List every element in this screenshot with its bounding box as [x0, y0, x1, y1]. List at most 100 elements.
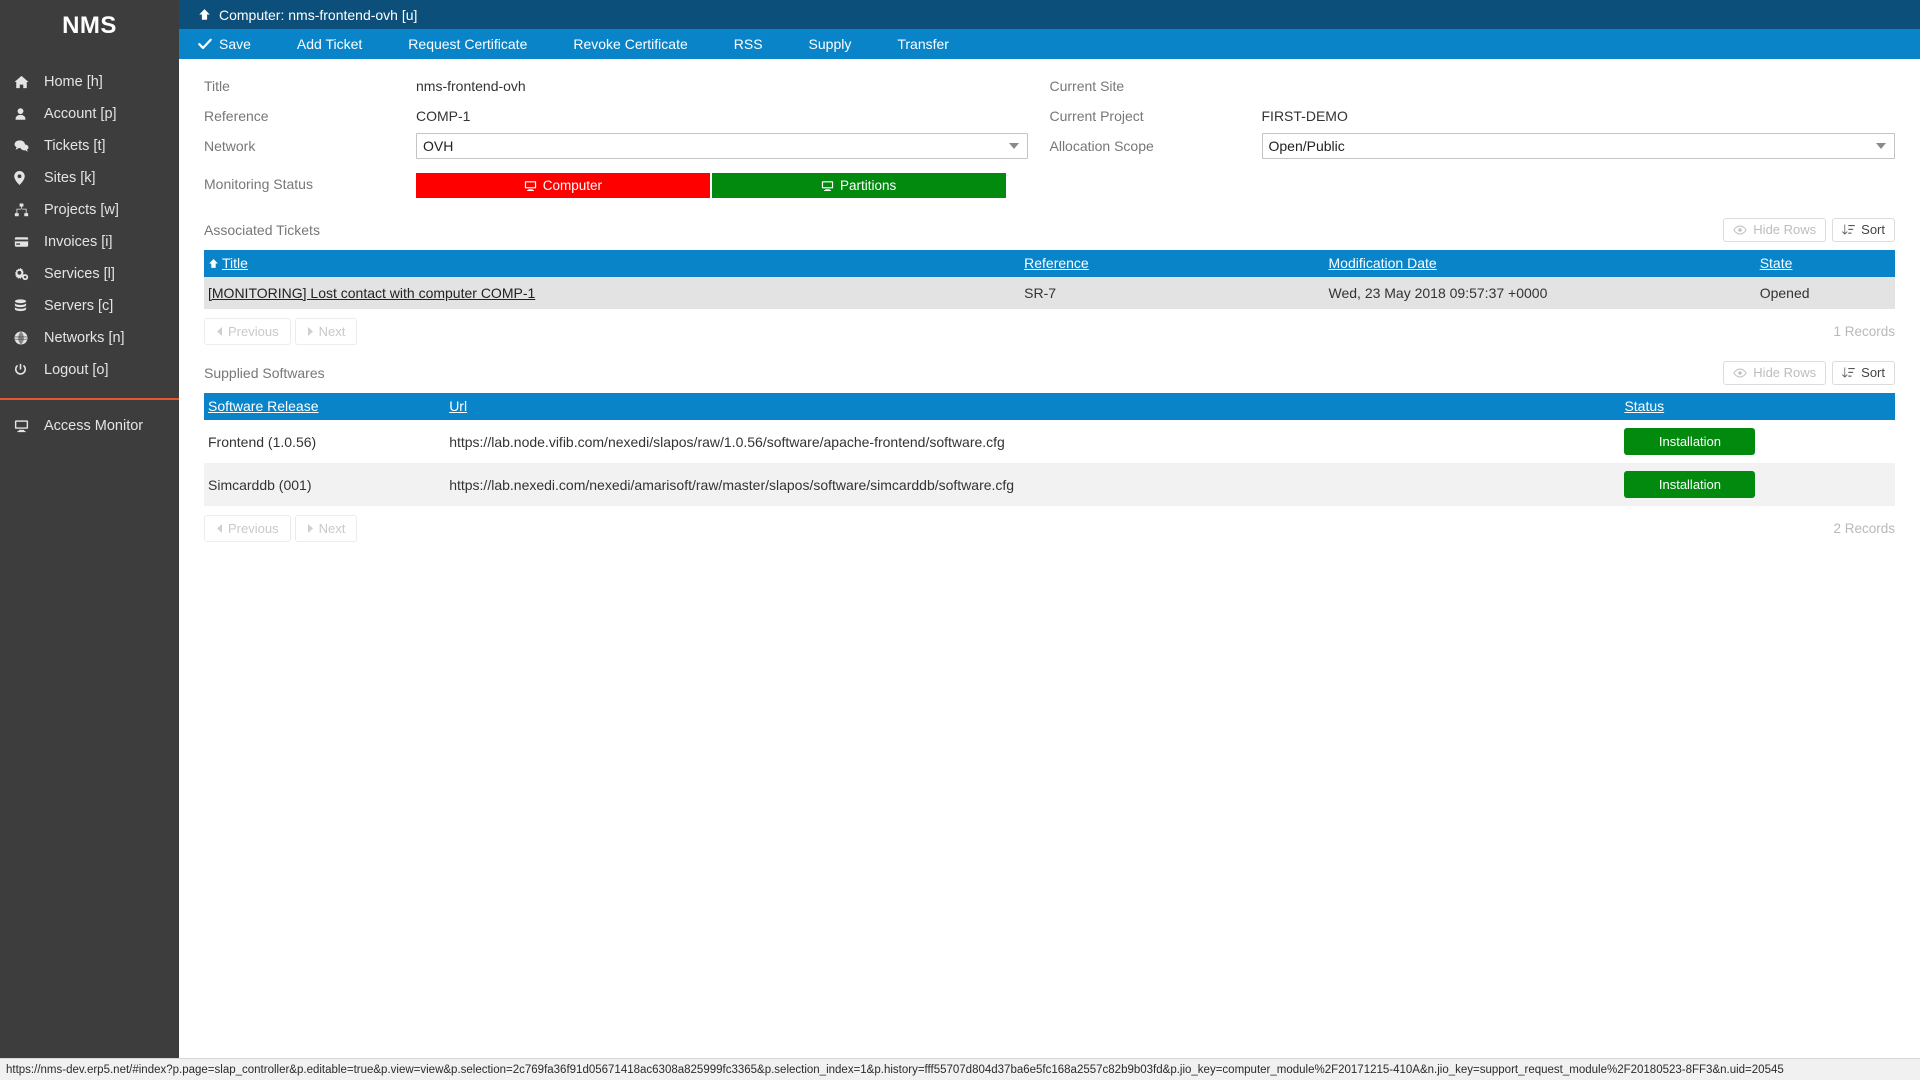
column-header-state-link[interactable]: State [1760, 255, 1793, 271]
sidebar-item-logout[interactable]: Logout [o] [0, 354, 179, 386]
supplied-softwares-title: Supplied Softwares [204, 365, 325, 381]
comments-icon [14, 139, 36, 153]
supplied-softwares-tools: Hide Rows Sort [1723, 361, 1895, 385]
network-label: Network [204, 138, 256, 154]
supply-button[interactable]: Supply [809, 36, 874, 52]
hide-rows-label: Hide Rows [1753, 365, 1817, 380]
computer-form: Title nms-frontend-ovh Reference COMP-1 … [204, 71, 1895, 199]
request-certificate-label: Request Certificate [408, 36, 528, 52]
request-certificate-button[interactable]: Request Certificate [408, 36, 549, 52]
sidebar-item-account[interactable]: Account [p] [0, 98, 179, 130]
sidebar: NMS Home [h] Account [p] Tickets [t] Sit… [0, 0, 179, 1080]
column-header-modification-date[interactable]: Modification Date [1328, 250, 1760, 277]
cell-software-release: Frontend (1.0.56) [204, 420, 450, 463]
revoke-certificate-button[interactable]: Revoke Certificate [573, 36, 709, 52]
table-header: Title Reference Modification Date State [204, 250, 1895, 277]
column-header-software-release[interactable]: Software Release [204, 393, 450, 420]
arrow-up-icon[interactable] [198, 8, 211, 21]
title-value: nms-frontend-ovh [416, 78, 526, 94]
sidebar-item-services[interactable]: Services [l] [0, 258, 179, 290]
column-header-modification-date-link[interactable]: Modification Date [1329, 255, 1437, 271]
column-header-software-release-link[interactable]: Software Release [208, 398, 319, 414]
column-header-reference[interactable]: Reference [1024, 250, 1329, 277]
save-button[interactable]: Save [198, 36, 273, 52]
app-brand: NMS [62, 12, 117, 39]
table-row[interactable]: Simcarddb (001) https://lab.nexedi.com/n… [204, 463, 1895, 506]
monitoring-status-label: Monitoring Status [204, 176, 313, 192]
sidebar-item-projects[interactable]: Projects [w] [0, 194, 179, 226]
sidebar-item-label: Invoices [i] [44, 234, 113, 250]
column-header-status-link[interactable]: Status [1624, 398, 1664, 414]
ticket-title-link[interactable]: [MONITORING] Lost contact with computer … [208, 285, 535, 301]
field-allocation-scope: Allocation Scope Open/Public [1050, 131, 1895, 161]
sidebar-nav: Home [h] Account [p] Tickets [t] Sites [… [0, 66, 179, 386]
previous-button-softwares[interactable]: Previous [204, 515, 291, 542]
associated-tickets-table: Title Reference Modification Date State [204, 250, 1895, 309]
table-row[interactable]: Frontend (1.0.56) https://lab.node.vifib… [204, 420, 1895, 463]
sidebar-item-home[interactable]: Home [h] [0, 66, 179, 98]
field-title: Title nms-frontend-ovh [204, 71, 1050, 101]
reference-label: Reference [204, 108, 269, 124]
sidebar-item-label: Account [p] [44, 106, 117, 122]
installation-button[interactable]: Installation [1624, 471, 1756, 498]
chevron-down-icon [1008, 143, 1019, 149]
associated-tickets-pager-row: Previous Next 1 Records [204, 318, 1895, 345]
cell-state: Opened [1759, 277, 1895, 309]
column-header-url[interactable]: Url [449, 393, 1625, 420]
pagination: Previous Next [204, 318, 358, 345]
chevron-down-icon [1876, 143, 1886, 149]
page-titlebar: Computer: nms-frontend-ovh [u] [179, 0, 1920, 29]
table-body: Frontend (1.0.56) https://lab.node.vifib… [204, 420, 1895, 506]
sort-label: Sort [1861, 222, 1885, 237]
sort-icon [1842, 224, 1855, 236]
cell-title: [MONITORING] Lost contact with computer … [204, 277, 1025, 309]
next-button-softwares[interactable]: Next [294, 515, 358, 542]
table-row[interactable]: [MONITORING] Lost contact with computer … [204, 277, 1895, 309]
monitoring-partitions-button[interactable]: Partitions [711, 173, 1006, 198]
transfer-button[interactable]: Transfer [897, 36, 971, 52]
home-icon [14, 75, 36, 89]
column-header-url-link[interactable]: Url [449, 398, 467, 414]
sidebar-item-tickets[interactable]: Tickets [t] [0, 130, 179, 162]
browser-status-bar: https://nms-dev.erp5.net/#index?p.page=s… [0, 1058, 1920, 1080]
column-header-state[interactable]: State [1759, 250, 1895, 277]
column-header-reference-link[interactable]: Reference [1024, 255, 1089, 271]
sidebar-item-sites[interactable]: Sites [k] [0, 162, 179, 194]
cell-status: Installation [1624, 463, 1895, 506]
sidebar-item-networks[interactable]: Networks [n] [0, 322, 179, 354]
sitemap-icon [14, 203, 36, 217]
rss-button[interactable]: RSS [734, 36, 785, 52]
column-header-status[interactable]: Status [1624, 393, 1895, 420]
sort-button-softwares[interactable]: Sort [1832, 361, 1895, 385]
monitoring-computer-label: Computer [542, 178, 603, 193]
sidebar-item-label: Home [h] [44, 74, 103, 90]
sort-label: Sort [1861, 365, 1885, 380]
associated-tickets-header: Associated Tickets Hide Rows Sort [204, 218, 1895, 242]
supplied-softwares-table: Software Release Url Status Frontend (1.… [204, 393, 1895, 506]
sidebar-item-servers[interactable]: Servers [c] [0, 290, 179, 322]
previous-button-tickets[interactable]: Previous [204, 318, 291, 345]
next-button-tickets[interactable]: Next [294, 318, 358, 345]
save-label: Save [219, 36, 251, 52]
sidebar-item-invoices[interactable]: Invoices [i] [0, 226, 179, 258]
hide-rows-button-softwares[interactable]: Hide Rows [1723, 361, 1827, 385]
sort-icon [1842, 367, 1855, 379]
sidebar-item-access-monitor[interactable]: Access Monitor [0, 410, 179, 442]
sort-button-tickets[interactable]: Sort [1832, 218, 1895, 242]
monitoring-computer-button[interactable]: Computer [416, 173, 710, 198]
cell-software-release: Simcarddb (001) [204, 463, 450, 506]
pagination: Previous Next [204, 515, 358, 542]
supplied-softwares-header: Supplied Softwares Hide Rows Sort [204, 361, 1895, 385]
allocation-scope-select[interactable]: Open/Public [1261, 133, 1895, 159]
status-bar-url: https://nms-dev.erp5.net/#index?p.page=s… [6, 1063, 1784, 1076]
column-header-title[interactable]: Title [204, 250, 1025, 277]
network-select[interactable]: OVH [416, 133, 1028, 159]
column-header-title-link[interactable]: Title [222, 255, 248, 271]
installation-button[interactable]: Installation [1624, 428, 1756, 455]
form-column-right: Current Site Current Project FIRST-DEMO … [1050, 71, 1895, 199]
add-ticket-button[interactable]: Add Ticket [297, 36, 384, 52]
database-icon [14, 299, 36, 313]
hide-rows-button-tickets[interactable]: Hide Rows [1723, 218, 1827, 242]
reference-value: COMP-1 [416, 108, 471, 124]
current-project-value: FIRST-DEMO [1261, 108, 1348, 124]
